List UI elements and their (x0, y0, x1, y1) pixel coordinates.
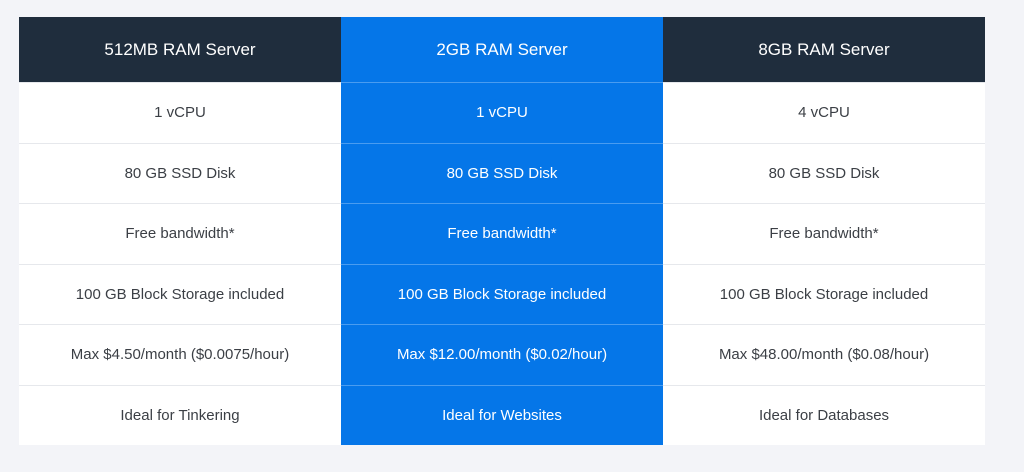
feature-ideal-for: Ideal for Websites (341, 384, 663, 445)
feature-price: Max $4.50/month ($0.0075/hour) (19, 324, 341, 385)
feature-vcpu: 1 vCPU (19, 82, 341, 143)
feature-vcpu: 1 vCPU (341, 82, 663, 143)
plan-title: 512MB RAM Server (19, 17, 341, 82)
feature-block-storage: 100 GB Block Storage included (663, 263, 985, 324)
feature-ideal-for: Ideal for Tinkering (19, 384, 341, 445)
plan-title: 8GB RAM Server (663, 17, 985, 82)
pricing-table: 512MB RAM Server 1 vCPU 80 GB SSD Disk F… (19, 17, 985, 445)
feature-bandwidth: Free bandwidth* (341, 203, 663, 264)
feature-disk: 80 GB SSD Disk (663, 142, 985, 203)
feature-block-storage: 100 GB Block Storage included (341, 263, 663, 324)
feature-block-storage: 100 GB Block Storage included (19, 263, 341, 324)
feature-disk: 80 GB SSD Disk (19, 142, 341, 203)
feature-ideal-for: Ideal for Databases (663, 384, 985, 445)
plan-column-512mb: 512MB RAM Server 1 vCPU 80 GB SSD Disk F… (19, 17, 341, 445)
plan-title: 2GB RAM Server (341, 17, 663, 82)
plan-column-8gb: 8GB RAM Server 4 vCPU 80 GB SSD Disk Fre… (663, 17, 985, 445)
feature-disk: 80 GB SSD Disk (341, 142, 663, 203)
feature-bandwidth: Free bandwidth* (19, 203, 341, 264)
feature-bandwidth: Free bandwidth* (663, 203, 985, 264)
feature-vcpu: 4 vCPU (663, 82, 985, 143)
feature-price: Max $12.00/month ($0.02/hour) (341, 324, 663, 385)
plan-column-2gb: 2GB RAM Server 1 vCPU 80 GB SSD Disk Fre… (341, 17, 663, 445)
feature-price: Max $48.00/month ($0.08/hour) (663, 324, 985, 385)
